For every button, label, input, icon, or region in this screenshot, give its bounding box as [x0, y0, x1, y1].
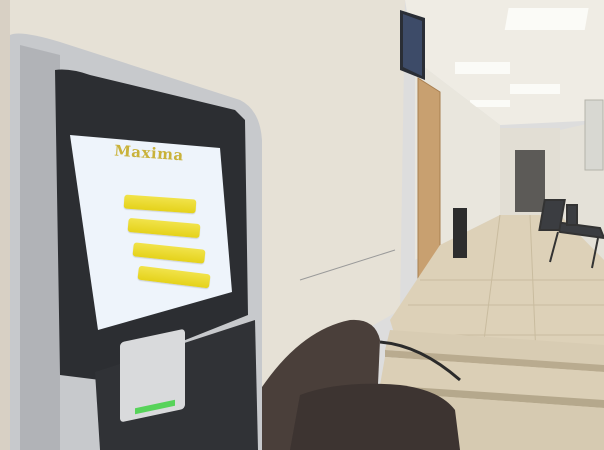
- bin: [453, 208, 467, 258]
- ceiling-light: [455, 62, 510, 74]
- far-door: [515, 150, 545, 212]
- hallway-photo: Maxima: [0, 0, 604, 450]
- ceiling-light: [470, 100, 510, 107]
- wall-monitor-screen: [403, 14, 422, 76]
- scene-drawing: [0, 0, 604, 450]
- wall-poster: [584, 99, 604, 171]
- ceiling-light: [504, 8, 589, 30]
- ceiling-light: [510, 84, 560, 94]
- kiosk-logo: Maxima: [113, 141, 185, 165]
